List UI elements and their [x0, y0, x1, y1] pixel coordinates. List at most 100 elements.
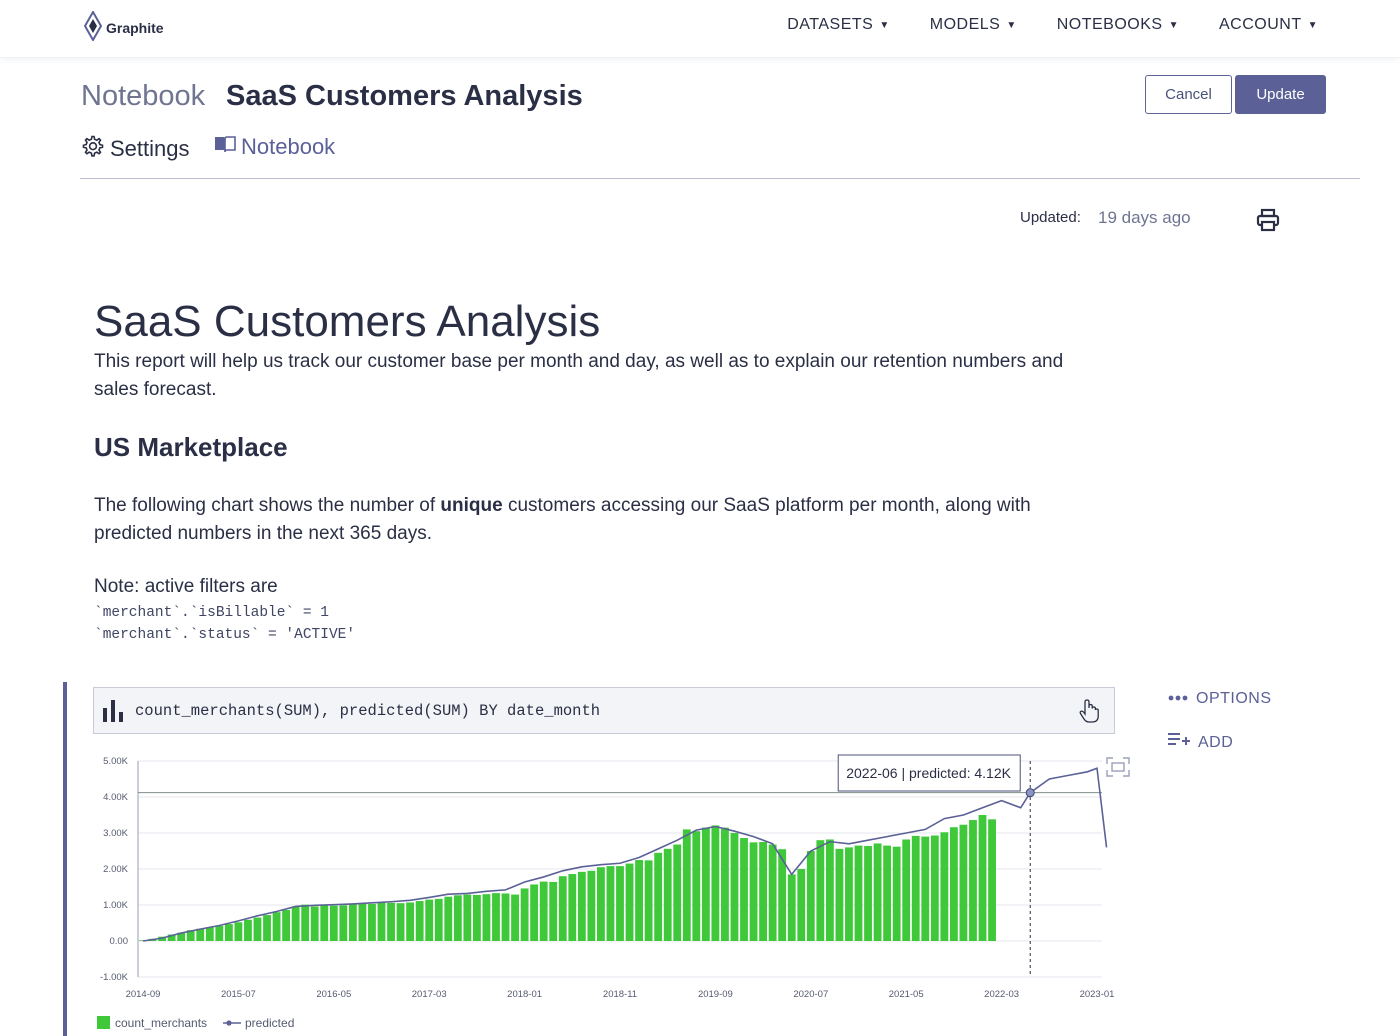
bar: [940, 832, 949, 941]
bar: [864, 845, 872, 941]
bar: [520, 888, 529, 941]
tooltip-text: 2022-06 | predicted: 4.12K: [846, 765, 1011, 781]
bar: [577, 871, 586, 941]
x-tick-label: 2017-03: [412, 989, 447, 1000]
bar: [244, 919, 252, 941]
y-tick-label: -1.00K: [100, 972, 129, 983]
bar: [606, 866, 615, 941]
bar: [597, 867, 605, 941]
bar: [616, 866, 624, 941]
x-tick-label: 2015-07: [221, 989, 256, 1000]
bar: [301, 904, 310, 941]
legend-swatch-bars: [97, 1016, 110, 1029]
print-icon[interactable]: [1255, 207, 1281, 233]
chart-description: The following chart shows the number of …: [94, 492, 1044, 548]
nav-models-label: MODELS: [929, 16, 1001, 33]
bar: [721, 827, 729, 941]
bar: [492, 893, 500, 941]
bar: [453, 895, 462, 941]
bar: [558, 876, 567, 941]
cell-active-indicator: [63, 682, 67, 1036]
add-button[interactable]: ADD: [1168, 731, 1233, 754]
nav-models[interactable]: MODELS ▼: [930, 16, 1017, 34]
bar: [854, 845, 863, 941]
caret-down-icon: ▼: [1307, 19, 1318, 31]
add-label: ADD: [1198, 733, 1234, 751]
query-bar[interactable]: count_merchants(SUM), predicted(SUM) BY …: [93, 687, 1115, 734]
nav-account-label: ACCOUNT: [1218, 16, 1302, 33]
bar: [682, 829, 691, 941]
bar: [320, 904, 329, 941]
y-tick-label: 0.00: [110, 936, 129, 947]
expand-icon[interactable]: [1106, 757, 1130, 777]
bar: [396, 903, 405, 941]
bar: [224, 924, 233, 941]
add-list-icon: [1168, 731, 1190, 754]
bar: [368, 903, 376, 941]
bar: [358, 903, 367, 941]
tooltip: 2022-06 | predicted: 4.12K: [837, 754, 1021, 792]
x-tick-label: 2016-05: [316, 989, 351, 1000]
bar: [673, 844, 682, 941]
bar: [787, 874, 796, 941]
bar: [768, 844, 777, 941]
bar: [415, 901, 424, 941]
bar: [949, 827, 958, 941]
tab-settings[interactable]: Settings: [81, 134, 190, 164]
expand-icon-frame: [1111, 762, 1125, 772]
nav-account[interactable]: ACCOUNT ▼: [1219, 16, 1318, 34]
hand-pointer-icon[interactable]: [1078, 699, 1100, 728]
graphite-logo-icon: [83, 9, 103, 46]
bar: [711, 825, 720, 941]
update-button[interactable]: Update: [1235, 75, 1326, 114]
bar: [263, 915, 271, 941]
section-heading: US Marketplace: [94, 432, 288, 462]
hover-point: [1025, 788, 1035, 798]
bar: [234, 922, 243, 941]
x-tick-label: 2022-03: [984, 989, 1019, 1000]
bar: [329, 905, 338, 941]
filter-line: `merchant`.`status` = 'ACTIVE': [94, 627, 356, 643]
cancel-button[interactable]: Cancel: [1145, 75, 1232, 114]
bar: [730, 833, 739, 941]
caret-down-icon: ▼: [879, 19, 890, 31]
nav-notebooks-label: NOTEBOOKS: [1056, 16, 1163, 33]
bar: [883, 845, 892, 941]
chart-svg: 5.00K 4.00K 3.00K 2.00K 1.00K 0.00 -1.00K 2014-…: [97, 754, 1130, 1030]
book-icon: [214, 134, 236, 160]
caret-down-icon: ▼: [1168, 19, 1179, 31]
nav-notebooks[interactable]: NOTEBOOKS ▼: [1057, 16, 1179, 34]
bar: [692, 831, 701, 941]
bar: [568, 874, 577, 941]
logo-text: Graphite: [106, 20, 164, 36]
bar: [215, 925, 224, 941]
bar: [825, 839, 834, 941]
bar: [873, 843, 882, 941]
bar: [740, 838, 748, 941]
logo[interactable]: Graphite: [83, 9, 164, 46]
filter-line: `merchant`.`isBillable` = 1: [94, 605, 329, 621]
bar: [978, 815, 987, 941]
query-text: count_merchants(SUM), predicted(SUM) BY …: [135, 702, 601, 720]
bar: [310, 906, 319, 941]
bar: [482, 894, 491, 941]
bar: [749, 842, 758, 941]
y-tick-label: 2.00K: [103, 864, 128, 875]
document-title: SaaS Customers Analysis: [94, 297, 601, 346]
bar: [663, 848, 672, 941]
x-tick-label: 2014-09: [126, 989, 161, 1000]
bar: [921, 836, 930, 941]
tab-notebook[interactable]: Notebook: [214, 134, 335, 160]
x-tick-label: 2019-09: [698, 989, 733, 1000]
bar: [911, 835, 920, 941]
bar: [425, 899, 434, 941]
legend-label: predicted: [245, 1016, 294, 1030]
nav-datasets[interactable]: DATASETS ▼: [787, 16, 890, 34]
bar: [272, 912, 281, 941]
bar: [701, 827, 710, 941]
options-button[interactable]: OPTIONS: [1168, 690, 1272, 708]
breadcrumb-root[interactable]: Notebook: [81, 80, 205, 113]
bar: [835, 848, 844, 941]
bar: [892, 846, 901, 941]
gear-icon: [81, 134, 105, 164]
